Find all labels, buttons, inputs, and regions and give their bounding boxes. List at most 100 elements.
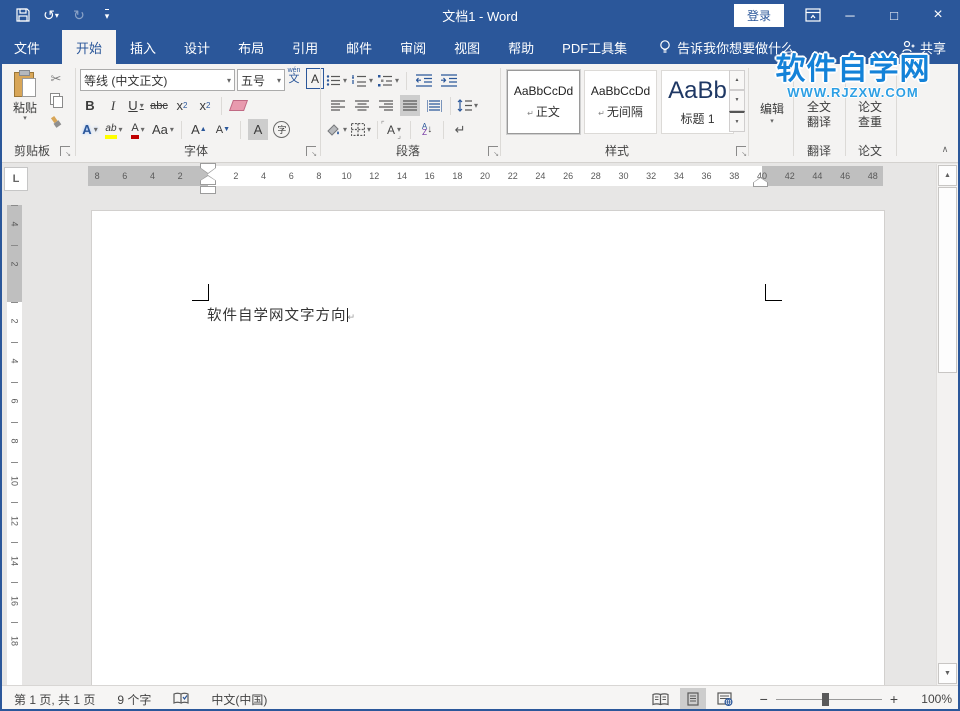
read-mode-button[interactable] [648,688,674,710]
underline-button[interactable]: U [126,95,146,116]
paste-button[interactable]: 粘贴 ▾ [8,70,42,121]
asian-layout-button[interactable]: ⌜ A ⌟ [384,119,404,140]
ribbon-tab[interactable]: 引用 [278,30,332,64]
chevron-down-icon[interactable]: ▾ [223,76,231,85]
style-card-no-spacing[interactable]: AaBbCcDd ↵无间隔 [584,70,657,134]
increase-indent-button[interactable] [439,70,459,91]
bullets-button[interactable] [326,70,347,91]
styles-dialog-launcher[interactable] [736,146,746,156]
tab-selector-button[interactable]: L [4,167,28,191]
phonetic-guide-button[interactable]: wén 文 [285,67,303,85]
v-ruler-text-area[interactable]: 24681012141618 [7,302,22,685]
zoom-slider-handle[interactable] [822,693,829,706]
paragraph-dialog-launcher[interactable] [488,146,498,156]
change-case-button[interactable]: Aa [152,119,174,140]
strikethrough-button[interactable]: abc [149,95,169,116]
minimize-button[interactable]: ─ [828,0,872,30]
scroll-up-button[interactable]: ▲ [938,165,957,186]
zoom-slider[interactable] [776,699,882,700]
character-border-button[interactable]: A [306,68,324,89]
ribbon-tab[interactable]: 插入 [116,30,170,64]
enclose-characters-button[interactable]: 字 [272,119,292,140]
ribbon-tab[interactable]: PDF工具集 [548,30,641,64]
scroll-down-button[interactable]: ▼ [938,663,957,684]
clipboard-dialog-launcher[interactable] [60,146,70,156]
grow-font-button[interactable]: A▲ [189,119,209,140]
styles-scroll-down-button[interactable]: ▼ [729,90,745,110]
paper-check-button[interactable]: 论文 查重 [849,100,891,130]
ribbon-tab[interactable]: 设计 [170,30,224,64]
word-count[interactable]: 9 个字 [117,691,151,708]
shrink-font-button[interactable]: A▼ [213,119,233,140]
chevron-down-icon[interactable]: ▾ [273,76,281,85]
align-right-button[interactable] [376,95,396,116]
ribbon-display-options-button[interactable] [798,0,828,30]
save-button[interactable] [10,3,36,27]
multilevel-list-button[interactable] [378,70,399,91]
vertical-scrollbar[interactable]: ▲ ▼ [936,164,958,685]
editing-button[interactable]: 编辑 ▾ [752,100,792,125]
document-text[interactable]: 软件自学网文字方向 [207,308,347,324]
share-button[interactable]: 共享 [887,30,960,64]
page-indicator[interactable]: 第 1 页, 共 1 页 [14,691,95,708]
align-left-button[interactable] [328,95,348,116]
h-ruler-text-area[interactable]: 2468101214161820222426283032343638 [208,166,762,186]
language-indicator[interactable]: 中文(中国) [211,691,267,708]
document-text-line[interactable]: 软件自学网文字方向↵ [207,304,356,325]
shading-button[interactable] [326,119,347,140]
text-effects-button[interactable]: A [80,119,100,140]
maximize-button[interactable]: □ [872,0,916,30]
style-card-heading1[interactable]: AaBb 标题 1 [661,70,734,134]
font-color-button[interactable]: A [128,119,148,140]
format-painter-button[interactable] [46,111,66,132]
font-name-combo[interactable]: 等线 (中文正文)▾ [80,69,235,91]
undo-button[interactable]: ↺▾ [38,3,64,27]
character-shading-button[interactable]: A [248,119,268,140]
tab-home-active[interactable]: 开始 [62,30,116,64]
line-spacing-button[interactable] [457,95,478,116]
font-dialog-launcher[interactable] [306,146,316,156]
bold-button[interactable]: B [80,95,100,116]
superscript-button[interactable]: x2 [195,95,215,116]
justify-button[interactable] [400,95,420,116]
cut-button[interactable]: ✂ [46,68,66,89]
font-size-combo[interactable]: 五号▾ [237,69,285,91]
ribbon-tab[interactable]: 布局 [224,30,278,64]
close-button[interactable]: × [916,0,960,30]
decrease-indent-button[interactable] [414,70,434,91]
ribbon-tab[interactable]: 邮件 [332,30,386,64]
proofing-status[interactable] [173,692,189,706]
full-text-translate-button[interactable]: 全文 翻译 [798,100,840,130]
styles-more-button[interactable]: ▼ [729,111,745,132]
left-indent-marker[interactable] [200,186,216,194]
tab-file[interactable]: 文件 [0,30,54,64]
styles-scroll-up-button[interactable]: ▲ [729,70,745,90]
copy-button[interactable] [46,89,66,110]
zoom-level[interactable]: 100% [912,692,952,706]
ribbon-tab[interactable]: 视图 [440,30,494,64]
scrollbar-thumb[interactable] [938,187,957,373]
web-layout-button[interactable] [712,688,738,710]
distributed-button[interactable] [424,95,444,116]
subscript-button[interactable]: x2 [172,95,192,116]
ribbon-tab[interactable]: 帮助 [494,30,548,64]
document-page[interactable] [91,210,885,685]
login-button[interactable]: 登录 [734,4,784,27]
customize-qat-button[interactable]: ▾ [94,3,120,27]
zoom-out-button[interactable]: − [760,691,768,707]
undo-dropdown-icon[interactable]: ▾ [55,11,59,20]
zoom-in-button[interactable]: + [890,691,898,707]
highlight-color-button[interactable]: ab [104,119,124,140]
italic-button[interactable]: I [103,95,123,116]
redo-button[interactable]: ↻ [66,3,92,27]
style-card-normal[interactable]: AaBbCcDd ↵正文 [507,70,580,134]
clear-formatting-button[interactable] [228,95,248,116]
borders-button[interactable] [351,119,371,140]
v-ruler-top-margin[interactable]: 42 [7,205,22,302]
collapse-ribbon-button[interactable]: ∧ [936,144,954,155]
h-ruler-right-margin[interactable]: 4042444648 [762,166,883,186]
ribbon-tab[interactable]: 审阅 [386,30,440,64]
align-center-button[interactable] [352,95,372,116]
h-ruler-left-margin[interactable]: 8642 [88,166,208,186]
print-layout-button[interactable] [680,688,706,710]
